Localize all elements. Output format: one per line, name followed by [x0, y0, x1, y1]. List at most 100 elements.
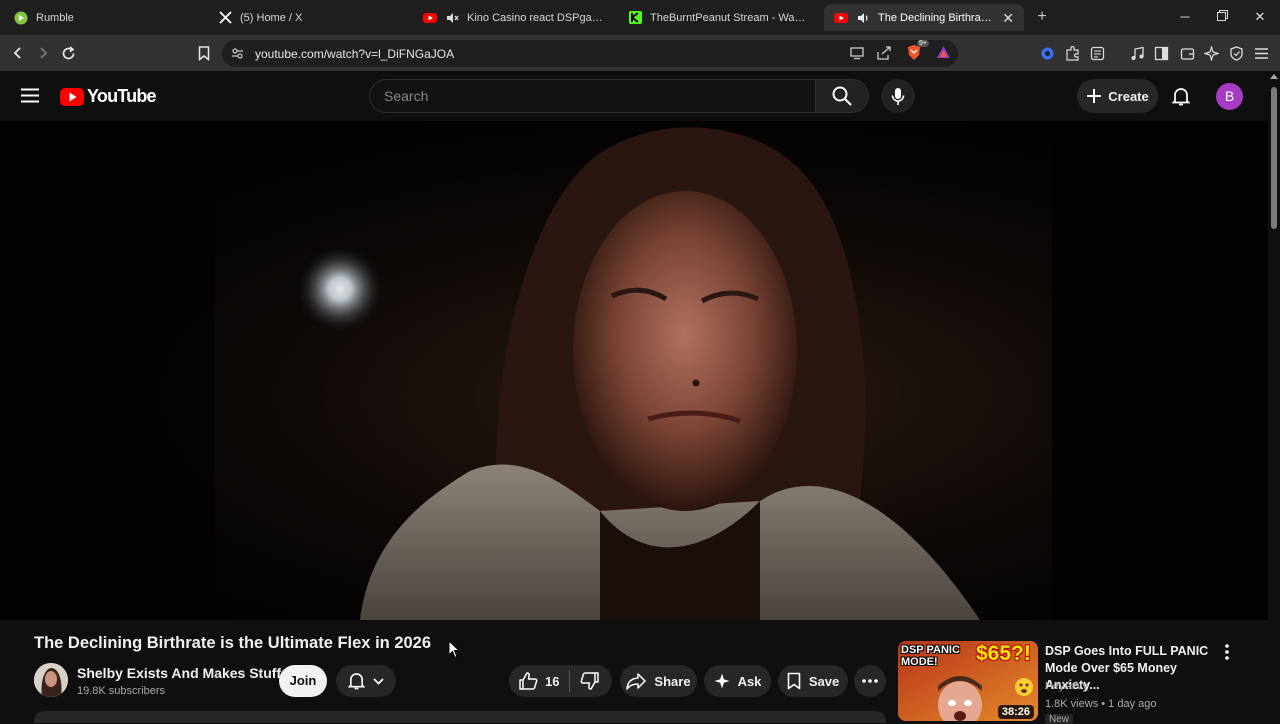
tab-rumble[interactable]: Rumble — [4, 4, 204, 31]
restore-icon[interactable] — [1214, 8, 1230, 26]
browser-menu-icon[interactable] — [1252, 44, 1270, 62]
account-avatar[interactable]: B — [1216, 83, 1243, 110]
url-text: youtube.com/watch?v=l_DiFNGaJOA — [255, 47, 455, 61]
share-button[interactable]: Share — [620, 665, 697, 697]
video-frame — [0, 121, 1268, 620]
share-arrow-icon — [626, 672, 647, 690]
dislike-button[interactable] — [570, 665, 609, 697]
youtube-icon — [834, 11, 848, 25]
share-page-icon[interactable] — [877, 46, 892, 65]
create-button[interactable]: Create — [1077, 79, 1158, 113]
youtube-masthead: YouTube Create B — [0, 71, 1268, 121]
tab-label: Rumble — [36, 11, 74, 24]
ask-label: Ask — [737, 673, 762, 689]
sparkle-icon — [714, 673, 730, 689]
like-button[interactable]: 16 — [509, 665, 569, 697]
like-count: 16 — [545, 673, 560, 689]
speaker-icon[interactable] — [856, 11, 870, 25]
extension-badge: 9+ — [917, 40, 929, 47]
cast-icon[interactable] — [850, 46, 865, 65]
like-dislike-group: 16 — [509, 665, 612, 697]
new-tab-button[interactable]: + — [1034, 8, 1050, 26]
address-bar[interactable]: youtube.com/watch?v=l_DiFNGaJOA 9+ — [222, 40, 958, 67]
tab-label: TheBurntPeanut Stream - Watch Live — [650, 11, 808, 24]
thumbs-up-icon — [519, 672, 538, 690]
x-icon — [218, 11, 232, 25]
recommended-video-thumbnail[interactable]: DSP PANIC MODE! $65?! 38:26 — [898, 641, 1038, 721]
save-button[interactable]: Save — [778, 665, 848, 697]
close-tab-icon[interactable]: ✕ — [1002, 11, 1014, 25]
hamburger-menu-icon[interactable] — [21, 88, 39, 108]
media-control-icon[interactable] — [1128, 44, 1146, 62]
microphone-icon — [891, 87, 905, 105]
more-vertical-icon[interactable] — [1219, 643, 1235, 661]
notifications-bell-icon[interactable] — [1171, 87, 1191, 111]
search-input[interactable] — [384, 80, 804, 112]
page-scrollbar[interactable] — [1268, 71, 1280, 720]
video-title: The Declining Birthrate is the Ultimate … — [34, 634, 432, 652]
chevron-down-icon — [373, 677, 384, 685]
mouse-cursor-icon — [448, 639, 461, 664]
vpn-shield-icon[interactable] — [1227, 44, 1245, 62]
browser-toolbar: youtube.com/watch?v=l_DiFNGaJOA 9+ — [0, 35, 1280, 71]
recommended-video-meta: 1.8K views • 1 day ago — [1045, 698, 1157, 710]
youtube-icon — [423, 11, 437, 25]
bookmark-save-icon — [787, 672, 801, 690]
plus-icon — [1087, 89, 1102, 103]
save-label: Save — [808, 673, 840, 689]
wallet-icon[interactable] — [1178, 44, 1196, 62]
ask-button[interactable]: Ask — [704, 665, 771, 697]
vpn-icon[interactable] — [1038, 44, 1056, 62]
thumbs-down-icon — [581, 672, 600, 690]
tab-label: (5) Home / X — [240, 11, 303, 24]
channel-avatar[interactable] — [34, 663, 68, 697]
tab-label: Kino Casino react DSPgamings W — [467, 11, 603, 24]
rumble-icon — [14, 11, 28, 25]
youtube-logo-text: YouTube — [87, 86, 157, 106]
more-horizontal-icon — [862, 679, 878, 683]
search-icon — [832, 86, 852, 106]
tab-declining-birthrate[interactable]: The Declining Birthrate is the ✕ — [824, 4, 1024, 31]
subscriber-count: 19.8K subscribers — [77, 685, 166, 697]
share-label: Share — [654, 673, 691, 689]
thumbnail-text-right: $65?! — [976, 642, 1031, 665]
reload-icon[interactable] — [59, 44, 77, 62]
thumbnail-text-left: DSP PANIC MODE! — [901, 644, 960, 668]
channel-avatar-image — [34, 663, 68, 697]
video-duration: 38:26 — [997, 705, 1034, 719]
back-arrow-icon[interactable] — [9, 44, 27, 62]
kick-icon — [628, 11, 642, 25]
sidebar-toggle-icon[interactable] — [1152, 44, 1170, 62]
reader-mode-icon[interactable] — [1088, 44, 1106, 62]
bell-icon — [348, 673, 365, 690]
video-player[interactable] — [0, 121, 1268, 620]
leo-ai-icon[interactable] — [1202, 44, 1220, 62]
tab-label: The Declining Birthrate is the — [878, 11, 994, 24]
more-actions-button[interactable] — [854, 665, 886, 697]
brave-rewards-icon[interactable] — [936, 45, 951, 64]
recommended-channel-name[interactable]: HeyArVy — [1045, 680, 1088, 692]
muted-speaker-icon[interactable] — [445, 11, 459, 25]
site-settings-icon[interactable] — [231, 47, 244, 65]
tab-kino-casino[interactable]: Kino Casino react DSPgamings W — [413, 4, 613, 31]
bookmark-icon[interactable] — [195, 44, 213, 62]
scroll-up-arrow-icon[interactable] — [1270, 74, 1278, 79]
subscription-bell-button[interactable] — [336, 665, 396, 697]
voice-search-button[interactable] — [881, 79, 915, 113]
join-button[interactable]: Join — [279, 665, 327, 697]
description-box[interactable] — [34, 711, 886, 723]
extensions-icon[interactable] — [1063, 44, 1081, 62]
brave-shields-icon[interactable] — [906, 44, 922, 66]
scrollbar-thumb[interactable] — [1271, 87, 1277, 229]
browser-tab-strip: Rumble (5) Home / X Kino Casino react DS… — [0, 0, 1280, 35]
youtube-logo[interactable]: YouTube — [60, 86, 157, 107]
forward-arrow-icon[interactable] — [34, 44, 52, 62]
minimize-icon[interactable]: ─ — [1177, 8, 1193, 26]
search-button[interactable] — [815, 79, 869, 113]
tab-x-home[interactable]: (5) Home / X — [208, 4, 408, 31]
window-close-icon[interactable]: ✕ — [1252, 8, 1268, 26]
tab-burntpeanut[interactable]: TheBurntPeanut Stream - Watch Live — [618, 4, 818, 31]
new-badge: New — [1045, 714, 1074, 724]
youtube-logo-icon — [60, 87, 84, 106]
channel-name[interactable]: Shelby Exists And Makes Stuff — [77, 665, 281, 681]
